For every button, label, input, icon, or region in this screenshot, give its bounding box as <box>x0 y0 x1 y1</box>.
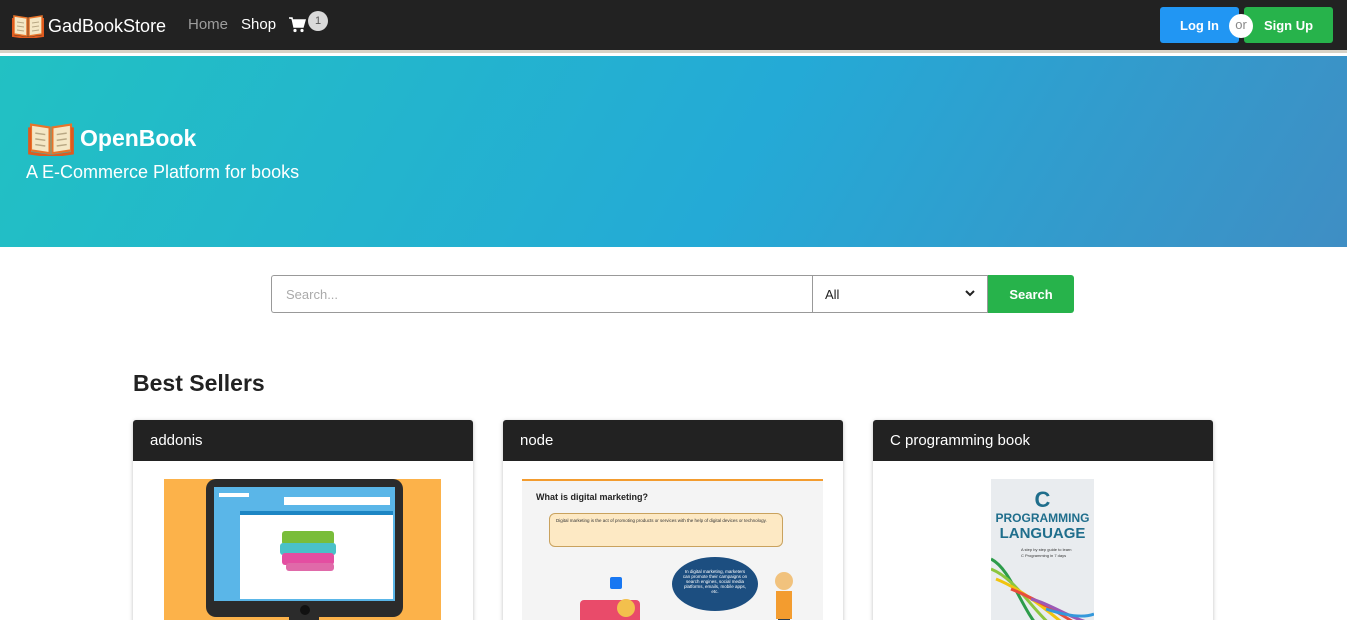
nav-link-home[interactable]: Home <box>188 16 228 33</box>
brand[interactable]: GadBookStore <box>12 10 166 43</box>
hero-banner: OpenBook A E-Commerce Platform for books <box>0 56 1347 247</box>
hero-subtitle: A E-Commerce Platform for books <box>26 162 300 182</box>
book-card-title: node <box>503 420 843 461</box>
book-cover-image[interactable]: What is digital marketing? Digital marke… <box>522 479 823 620</box>
cart-count-badge: 1 <box>308 11 328 31</box>
book-icon <box>12 10 44 43</box>
signup-button[interactable]: Sign Up <box>1244 7 1333 43</box>
book-cover-image[interactable]: C PROGRAMMING LANGUAGE A step by step gu… <box>991 479 1094 620</box>
book-icon <box>26 116 76 161</box>
login-button[interactable]: Log In <box>1160 7 1239 43</box>
section-title: Best Sellers <box>133 370 265 396</box>
book-card[interactable]: addonis <box>133 420 473 620</box>
brand-name: GadBookStore <box>48 16 167 36</box>
category-select[interactable]: All <box>812 275 988 313</box>
category-select-value: All <box>825 286 840 302</box>
book-card-title: C programming book <box>873 420 1213 461</box>
nav-link-shop[interactable]: Shop <box>241 16 276 33</box>
cart-link[interactable]: 1 <box>288 11 328 39</box>
hero-title-text: OpenBook <box>80 125 197 151</box>
chevron-down-icon <box>965 288 975 300</box>
search-button[interactable]: Search <box>988 275 1074 313</box>
shopping-cart-icon <box>288 13 306 39</box>
or-divider: or <box>1229 14 1253 38</box>
search-input[interactable] <box>271 275 812 313</box>
book-cover-image[interactable] <box>164 479 441 620</box>
hero-title: OpenBook <box>26 116 196 161</box>
book-card-title: addonis <box>133 420 473 461</box>
book-card[interactable]: node What is digital marketing? Digital … <box>503 420 843 620</box>
search-bar: All Search <box>271 275 1074 313</box>
book-card[interactable]: C programming book C PROGRAMMING LANGUAG… <box>873 420 1213 620</box>
navbar: GadBookStore Home Shop 1 Log In or Sign … <box>0 0 1347 53</box>
